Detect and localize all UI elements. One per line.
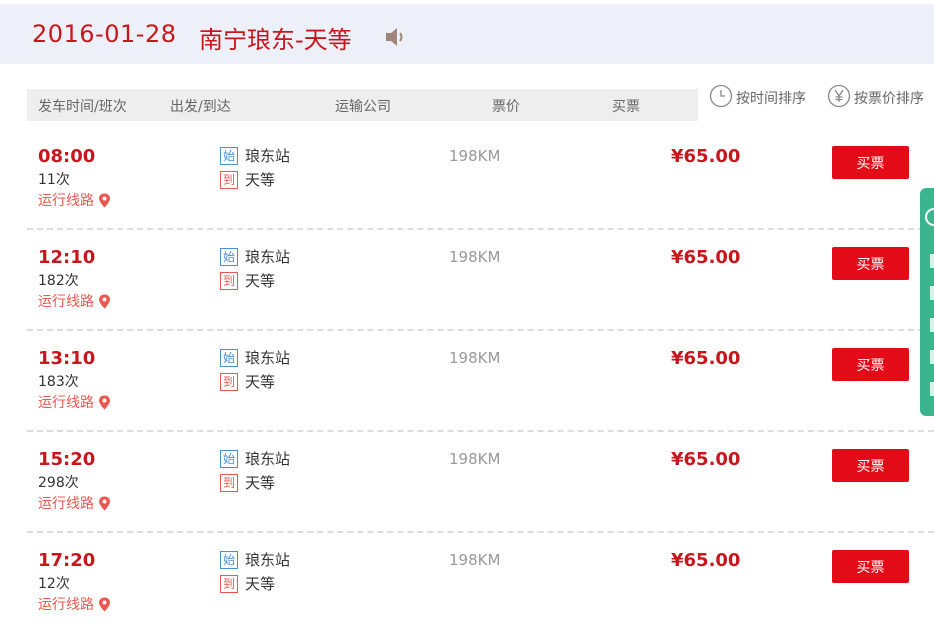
departure-time: 13:10 <box>38 348 96 369</box>
destination-name: 天等 <box>245 373 276 391</box>
buy-ticket-button[interactable]: 买票 <box>832 550 909 583</box>
sort-by-price-button[interactable]: 按票价排序 <box>827 84 924 112</box>
route-link[interactable]: 运行线路 <box>38 190 111 210</box>
sort-by-time-button[interactable]: 按时间排序 <box>709 84 806 112</box>
location-pin-icon <box>99 294 110 308</box>
trip-number: 298次 <box>38 475 79 491</box>
table-row: 12:10 182次 运行线路 始 琅东站 到 天等 198KM ¥65.00 … <box>27 230 934 331</box>
start-tag: 始 <box>220 449 238 468</box>
trip-number: 183次 <box>38 374 79 390</box>
distance: 198KM <box>449 349 501 367</box>
origin-name: 琅东站 <box>245 450 291 468</box>
departure-time: 08:00 <box>38 146 96 167</box>
table-row: 08:00 11次 运行线路 始 琅东站 到 天等 198KM ¥65.00 买… <box>27 129 934 230</box>
end-tag: 到 <box>220 271 238 290</box>
destination-stop: 到 天等 <box>220 371 275 392</box>
route-link[interactable]: 运行线路 <box>38 291 111 311</box>
origin-name: 琅东站 <box>245 248 291 266</box>
route-link[interactable]: 运行线路 <box>38 493 111 513</box>
route-link[interactable]: 运行线路 <box>38 392 111 412</box>
top-bar: 2016-01-28 南宁琅东-天等 <box>0 4 934 64</box>
route-link-label: 运行线路 <box>38 395 94 411</box>
clock-icon <box>709 84 733 112</box>
origin-stop: 始 琅东站 <box>220 347 290 368</box>
end-tag: 到 <box>220 170 238 189</box>
yen-icon <box>827 84 851 112</box>
ticket-price: ¥65.00 <box>671 550 741 571</box>
speaker-icon[interactable] <box>384 26 406 48</box>
origin-name: 琅东站 <box>245 147 291 165</box>
col-departure-time: 发车时间/班次 <box>38 99 127 115</box>
destination-stop: 到 天等 <box>220 472 275 493</box>
ticket-price: ¥65.00 <box>671 146 741 167</box>
ticket-price: ¥65.00 <box>671 247 741 268</box>
destination-name: 天等 <box>245 272 276 290</box>
end-tag: 到 <box>220 473 238 492</box>
buy-ticket-button[interactable]: 买票 <box>832 247 909 280</box>
route-link-label: 运行线路 <box>38 193 94 209</box>
destination-name: 天等 <box>245 575 276 593</box>
side-tab-glyph <box>930 382 934 396</box>
ticket-price: ¥65.00 <box>671 348 741 369</box>
sort-by-price-label: 按票价排序 <box>854 91 924 107</box>
table-header: 发车时间/班次 出发/到达 运输公司 票价 买票 <box>27 89 698 121</box>
origin-stop: 始 琅东站 <box>220 246 290 267</box>
origin-stop: 始 琅东站 <box>220 448 290 469</box>
service-icon <box>925 208 934 226</box>
location-pin-icon <box>99 496 110 510</box>
destination-name: 天等 <box>245 474 276 492</box>
sort-by-time-label: 按时间排序 <box>736 91 806 107</box>
destination-stop: 到 天等 <box>220 169 275 190</box>
table-row: 13:10 183次 运行线路 始 琅东站 到 天等 198KM ¥65.00 … <box>27 331 934 432</box>
side-service-tab[interactable] <box>920 188 934 416</box>
side-tab-glyph <box>930 318 934 332</box>
side-tab-glyph <box>930 254 934 268</box>
side-tab-glyph <box>930 286 934 300</box>
table-row: 17:20 12次 运行线路 始 琅东站 到 天等 198KM ¥65.00 买… <box>27 533 934 634</box>
end-tag: 到 <box>220 372 238 391</box>
start-tag: 始 <box>220 247 238 266</box>
table-row: 15:20 298次 运行线路 始 琅东站 到 天等 198KM ¥65.00 … <box>27 432 934 533</box>
departure-time: 15:20 <box>38 449 96 470</box>
route-title: 南宁琅东-天等 <box>199 26 352 54</box>
buy-ticket-button[interactable]: 买票 <box>832 348 909 381</box>
travel-date: 2016-01-28 <box>32 20 177 48</box>
buy-ticket-button[interactable]: 买票 <box>832 146 909 179</box>
start-tag: 始 <box>220 348 238 367</box>
destination-stop: 到 天等 <box>220 573 275 594</box>
route-link-label: 运行线路 <box>38 597 94 613</box>
start-tag: 始 <box>220 550 238 569</box>
route-link-label: 运行线路 <box>38 496 94 512</box>
destination-name: 天等 <box>245 171 276 189</box>
start-tag: 始 <box>220 146 238 165</box>
origin-name: 琅东站 <box>245 551 291 569</box>
distance: 198KM <box>449 147 501 165</box>
distance: 198KM <box>449 248 501 266</box>
location-pin-icon <box>99 395 110 409</box>
origin-name: 琅东站 <box>245 349 291 367</box>
distance: 198KM <box>449 551 501 569</box>
col-depart-arrive: 出发/到达 <box>170 99 231 115</box>
origin-stop: 始 琅东站 <box>220 549 290 570</box>
departure-time: 12:10 <box>38 247 96 268</box>
location-pin-icon <box>99 193 110 207</box>
route-link[interactable]: 运行线路 <box>38 594 111 614</box>
location-pin-icon <box>99 597 110 611</box>
origin-stop: 始 琅东站 <box>220 145 290 166</box>
distance: 198KM <box>449 450 501 468</box>
trip-number: 11次 <box>38 172 70 188</box>
ticket-price: ¥65.00 <box>671 449 741 470</box>
buy-ticket-button[interactable]: 买票 <box>832 449 909 482</box>
col-buy: 买票 <box>612 99 640 115</box>
col-fare: 票价 <box>492 99 520 115</box>
departure-time: 17:20 <box>38 550 96 571</box>
route-link-label: 运行线路 <box>38 294 94 310</box>
trip-number: 182次 <box>38 273 79 289</box>
destination-stop: 到 天等 <box>220 270 275 291</box>
end-tag: 到 <box>220 574 238 593</box>
side-tab-glyph <box>930 350 934 364</box>
col-company: 运输公司 <box>335 99 391 115</box>
trip-number: 12次 <box>38 576 70 592</box>
